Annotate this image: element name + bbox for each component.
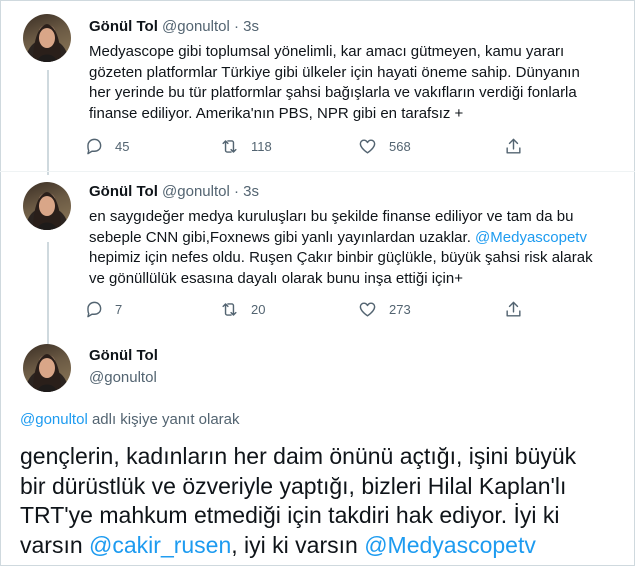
replying-to-label: adlı kişiye yanıt olarak [87,411,240,428]
display-name[interactable]: Gönül Tol [89,183,158,200]
separator-dot: · [234,18,239,35]
tweet-line: hepimiz için nefes oldu. Ruşen Çakır bin… [89,249,593,266]
tweet-line: her yerinde bu tür platformlar şahsi bağ… [89,84,577,101]
tweet-text-segment: , iyi ki varsın [231,531,365,558]
tweet-text: Medyascope gibi toplumsal yönelimli, kar… [89,42,609,124]
reply-count: 7 [115,302,123,317]
heart-icon [359,139,376,154]
divider [0,171,635,172]
retweet-icon [222,140,237,153]
display-name[interactable]: Gönül Tol [89,18,158,35]
retweet-icon [222,303,237,316]
separator-dot: · [234,183,239,200]
tweet-text-segment: sebeple CNN gibi,Foxnews gibi yanlı yayı… [89,228,476,246]
reply-icon [87,301,102,318]
tweet-line: varsın @cakir_rusen, iyi ki varsın @Medy… [20,531,620,561]
timestamp[interactable]: 3s [243,183,259,200]
tweet-header: Gönül Tol @gonultol · 3s [89,18,259,35]
user-handle[interactable]: @gonultol [162,18,230,35]
reply-icon [87,138,102,155]
tweet-line: ve gönüllülük esasına dayalı olarak bunu… [89,269,463,287]
share-button[interactable] [504,300,523,319]
tweet-text: gençlerin, kadınların her daim önünü açt… [20,442,620,560]
tweet-text-segment: varsın [20,531,90,558]
user-handle[interactable]: @gonultol [162,183,230,200]
thread-connector [47,242,49,344]
retweet-button[interactable]: 118 [220,137,272,156]
retweet-button[interactable]: 20 [220,300,265,319]
avatar[interactable] [23,344,71,392]
tweet-line: en saygıdeğer medya kuruluşları bu şekil… [89,208,574,225]
reply-count: 45 [115,139,130,154]
tweet-line: sebeple CNN gibi,Foxnews gibi yanlı yayı… [89,228,609,249]
tweet-line: Medyascope gibi toplumsal yönelimli, kar… [89,43,565,60]
user-handle[interactable]: @gonultol [89,369,157,386]
thread-connector [47,70,49,175]
tweet-line: gençlerin, kadınların her daim önünü açt… [20,443,577,469]
mention-link[interactable]: @gonultol [20,411,88,428]
share-icon [506,138,521,154]
tweet-line: gözeten platformlar Türkiye gibi ülkeler… [89,63,580,81]
share-icon [506,301,521,317]
retweet-count: 20 [251,302,266,317]
display-name[interactable]: Gönül Tol [89,347,158,364]
timestamp[interactable]: 3s [243,18,259,35]
like-button[interactable]: 568 [358,137,411,156]
tweet-line: finanse ediliyor. Amerika'nın PBS, NPR g… [89,104,464,122]
avatar[interactable] [23,14,71,62]
like-count: 568 [389,139,411,154]
reply-button[interactable]: 7 [84,300,122,319]
avatar[interactable] [23,182,71,230]
replying-to: @gonultol adlı kişiye yanıt olarak [20,411,240,428]
mention-link[interactable]: @cakir_rusen [89,532,231,558]
mention-link[interactable]: @Medyascopetv [475,229,587,246]
heart-icon [359,302,376,317]
tweet-line: bir dürüstlük ve özveriyle yaptığı, bizl… [20,472,567,499]
retweet-count: 118 [251,139,272,154]
like-button[interactable]: 273 [358,300,411,319]
tweet-line: TRT'ye mahkum etmediği için takdiri hak … [20,502,560,528]
mention-link[interactable]: @Medyascopetv [364,532,536,558]
reply-button[interactable]: 45 [84,137,129,156]
tweet-text: en saygıdeğer medya kuruluşları bu şekil… [89,207,609,289]
share-button[interactable] [504,137,523,156]
like-count: 273 [389,302,411,317]
tweet-header: Gönül Tol @gonultol · 3s [89,183,259,200]
